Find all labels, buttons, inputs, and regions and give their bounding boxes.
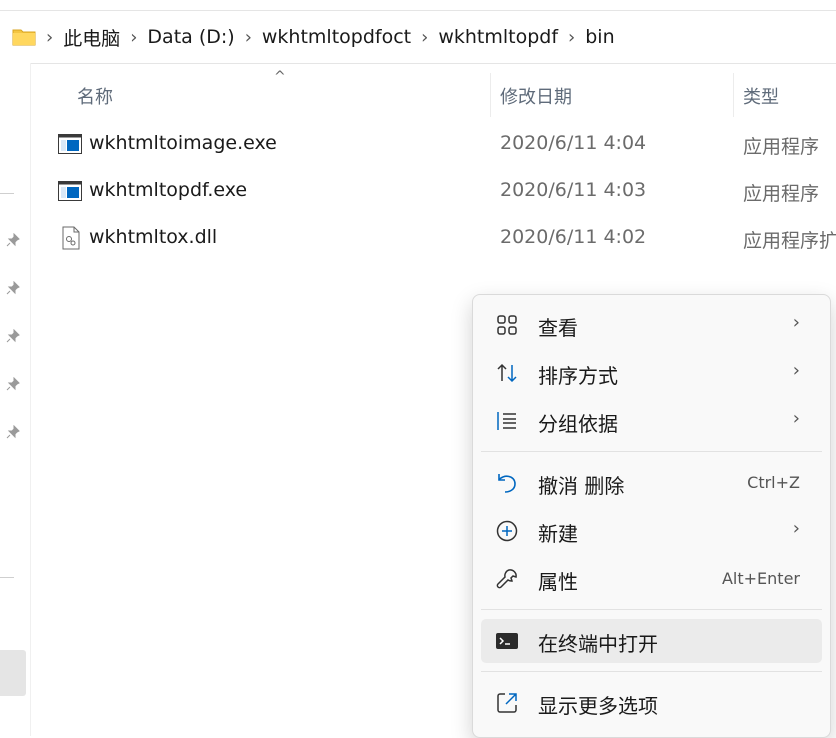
menu-item-label: 撤消 删除 [538, 474, 625, 498]
menu-item-undo-delete[interactable]: 撤消 删除 Ctrl+Z [481, 461, 822, 505]
undo-icon [495, 471, 519, 495]
chevron-right-icon: › [792, 360, 800, 381]
file-row[interactable]: wkhtmltopdf.exe 2020/6/11 4:03 应用程序 [56, 171, 836, 211]
file-date: 2020/6/11 4:03 [500, 179, 647, 201]
menu-item-new[interactable]: 新建 › [481, 509, 822, 553]
menu-item-open-in-terminal[interactable]: 在终端中打开 [481, 619, 822, 663]
more-options-icon [495, 691, 519, 715]
shortcut-text: Ctrl+Z [747, 473, 800, 492]
file-row[interactable]: wkhtmltox.dll 2020/6/11 4:02 应用程序扩展 [56, 218, 836, 258]
menu-item-show-more-options[interactable]: 显示更多选项 [481, 681, 822, 725]
pin-icon [6, 424, 22, 441]
pin-icon [6, 328, 22, 345]
menu-item-label: 显示更多选项 [538, 694, 658, 718]
chevron-right-icon[interactable]: › [421, 27, 428, 48]
menu-item-group-by[interactable]: 分组依据 › [481, 399, 822, 443]
file-name[interactable]: wkhtmltoimage.exe [89, 132, 277, 154]
breadcrumb-item-wkhtmltopdf[interactable]: wkhtmltopdf [438, 26, 558, 48]
exe-icon [58, 181, 82, 206]
breadcrumb-item-drive[interactable]: Data (D:) [147, 26, 234, 48]
folder-icon [12, 27, 36, 47]
file-name[interactable]: wkhtmltopdf.exe [89, 179, 247, 201]
column-separator[interactable] [733, 73, 734, 117]
chevron-right-icon[interactable]: › [568, 27, 575, 48]
file-type: 应用程序扩展 [743, 230, 836, 252]
column-name[interactable]: 名称 [77, 83, 113, 109]
breadcrumb: › 此电脑 › Data (D:) › wkhtmltopdfoct › wkh… [36, 24, 615, 51]
navigation-pane[interactable] [0, 63, 31, 736]
menu-item-label: 分组依据 [538, 412, 618, 436]
context-menu: 查看 › 排序方式 › 分组依据 › 撤消 删除 Ctrl+Z 新建 › 属性 … [472, 294, 831, 738]
menu-item-label: 新建 [538, 522, 578, 546]
shortcut-text: Alt+Enter [721, 569, 800, 588]
breadcrumb-item-wkhtmltopdfoct[interactable]: wkhtmltopdfoct [262, 26, 411, 48]
chevron-right-icon[interactable]: › [130, 27, 137, 48]
menu-item-sort[interactable]: 排序方式 › [481, 351, 822, 395]
file-type: 应用程序 [743, 183, 820, 205]
chevron-right-icon: › [792, 408, 800, 429]
chevron-right-icon[interactable]: › [245, 27, 252, 48]
breadcrumb-item-this-pc[interactable]: 此电脑 [63, 24, 120, 51]
group-by-icon [495, 409, 519, 433]
file-type: 应用程序 [743, 136, 820, 158]
pin-icon [6, 376, 22, 393]
pin-icon [6, 280, 22, 297]
file-row[interactable]: wkhtmltoimage.exe 2020/6/11 4:04 应用程序 [56, 124, 836, 164]
nav-divider [0, 193, 14, 194]
sort-icon [495, 361, 519, 385]
column-header: ^ 名称 修改日期 类型 [30, 63, 836, 125]
file-date: 2020/6/11 4:02 [500, 226, 647, 248]
file-date: 2020/6/11 4:04 [500, 132, 647, 154]
nav-divider [0, 577, 14, 578]
pin-icon [6, 232, 22, 249]
new-icon [495, 519, 519, 543]
nav-selected-item[interactable] [0, 650, 26, 696]
chevron-right-icon: › [792, 312, 800, 333]
menu-item-properties[interactable]: 属性 Alt+Enter [481, 557, 822, 601]
address-bar[interactable]: › 此电脑 › Data (D:) › wkhtmltopdfoct › wkh… [0, 10, 836, 64]
menu-item-label: 在终端中打开 [538, 632, 658, 656]
sort-ascending-icon: ^ [274, 69, 286, 85]
menu-item-label: 查看 [538, 316, 578, 340]
terminal-icon [495, 629, 519, 653]
menu-item-view[interactable]: 查看 › [481, 303, 822, 347]
wrench-icon [495, 567, 519, 591]
menu-separator [481, 671, 822, 672]
menu-item-label: 属性 [538, 570, 578, 594]
breadcrumb-item-bin[interactable]: bin [585, 26, 614, 48]
menu-separator [481, 609, 822, 610]
menu-separator [481, 451, 822, 452]
chevron-right-icon: › [46, 26, 54, 48]
dll-icon [62, 226, 80, 255]
column-date[interactable]: 修改日期 [500, 83, 572, 109]
view-grid-icon [495, 313, 519, 337]
menu-item-label: 排序方式 [538, 364, 618, 388]
column-type[interactable]: 类型 [743, 83, 779, 109]
column-separator[interactable] [490, 73, 491, 117]
file-name[interactable]: wkhtmltox.dll [89, 226, 217, 248]
exe-icon [58, 134, 82, 159]
chevron-right-icon: › [792, 518, 800, 539]
